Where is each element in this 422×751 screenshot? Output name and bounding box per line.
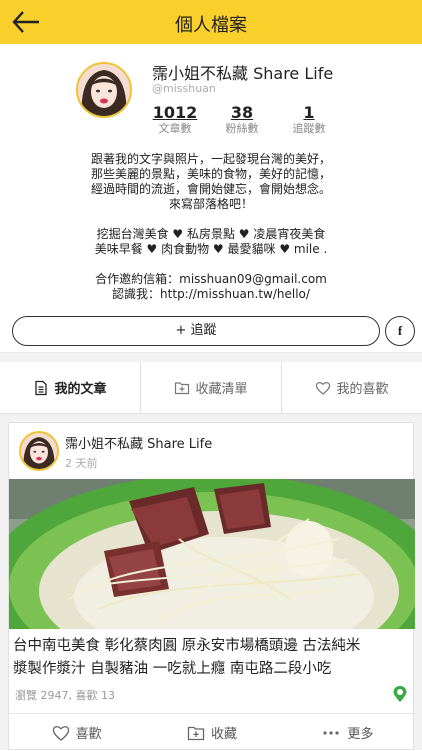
post-title-line: 漿製作漿汁 自製豬油 一吃就上癮 南屯路二段小吃 [13,661,332,677]
bio-line: 跟著我的文字與照片，一起發現台灣的美好， [90,152,331,166]
location-pin-icon[interactable] [391,685,409,703]
more-dots-icon [323,730,339,735]
heart-outline-icon [316,381,331,395]
bio-line: 那些美麗的景點，美味的食物，美好的記憶， [90,167,331,181]
post-image[interactable] [9,479,415,629]
post-author-name[interactable]: 霈小姐不私藏 Share Life [65,433,212,452]
tab-label: 我的文章 [54,382,107,397]
bio-line: 來寫部落格吧！ [168,197,253,211]
bio-line [0,212,422,227]
bio-line [0,257,422,272]
stat-value: 1012 [152,103,198,122]
tab-my-likes[interactable]: 我的喜歡 [282,362,422,413]
avatar[interactable] [76,62,132,118]
stat-label: 粉絲數 [225,122,259,135]
facebook-icon: f [397,323,403,338]
section-divider [0,352,422,362]
post-card[interactable]: 霈小姐不私藏 Share Life 2 天前 台中南屯美食 彰化蔡肉圓 原永安市… [8,422,415,751]
post-title-line: 台中南屯美食 彰化蔡肉圓 原永安市場橋頭邊 古法純米 [13,638,361,654]
tab-my-articles[interactable]: 我的文章 [0,362,141,413]
profile-tabs: 我的文章 收藏清單 我的喜歡 [0,362,422,414]
stat-value: 1 [303,103,315,122]
stat-followers[interactable]: 38 粉絲數 [219,104,265,136]
follow-button[interactable]: + 追蹤 [12,316,380,346]
more-button[interactable]: 更多 [280,714,415,751]
action-label: 收藏 [210,727,237,742]
folder-add-icon [175,381,190,394]
tab-label: 收藏清單 [195,382,248,397]
stat-label: 文章數 [158,122,192,135]
post-time: 2 天前 [65,457,98,470]
heart-outline-icon [52,725,69,741]
like-button[interactable]: 喜歡 [9,714,144,751]
stat-value: 38 [230,103,254,122]
bio-line: 挖掘台灣美食 ♥ 私房景點 ♥ 凌晨宵夜美食 [96,227,326,241]
collect-button[interactable]: 收藏 [144,714,279,751]
stat-following[interactable]: 1 追蹤數 [286,104,332,136]
document-icon [35,380,48,395]
top-bar: 個人檔案 [0,0,422,44]
folder-add-icon [187,726,205,740]
action-label: 喜歡 [75,727,102,742]
profile-bio: 跟著我的文字與照片，一起發現台灣的美好， 那些美麗的景點，美味的食物，美好的記憶… [0,152,422,302]
post-author-avatar[interactable] [19,431,59,471]
post-actions: 喜歡 收藏 更多 [9,713,415,751]
facebook-button[interactable]: f [385,316,415,346]
bio-line: 經過時間的流逝，會開始健忘，會開始想念。 [90,182,331,196]
post-title[interactable]: 台中南屯美食 彰化蔡肉圓 原永安市場橋頭邊 古法純米 漿製作漿汁 自製豬油 一吃… [13,635,411,681]
bio-line: 美味早餐 ♥ 肉食動物 ♥ 最愛貓咪 ♥ mile . [94,242,328,256]
post-stats: 瀏覽 2947, 喜歡 13 [15,689,115,702]
stat-posts[interactable]: 1012 文章數 [152,104,198,136]
tab-collections[interactable]: 收藏清單 [141,362,282,413]
bio-contact-email[interactable]: 合作邀約信箱：misshuan09@gmail.com [0,272,422,287]
profile-handle: @misshuan [152,82,216,95]
profile-name: 霈小姐不私藏 Share Life [152,64,334,83]
bio-contact-link[interactable]: 認識我：http://misshuan.tw/hello/ [0,287,422,302]
page-title: 個人檔案 [175,15,247,36]
action-label: 更多 [347,727,374,742]
stat-label: 追蹤數 [292,122,326,135]
tab-label: 我的喜歡 [336,382,389,397]
